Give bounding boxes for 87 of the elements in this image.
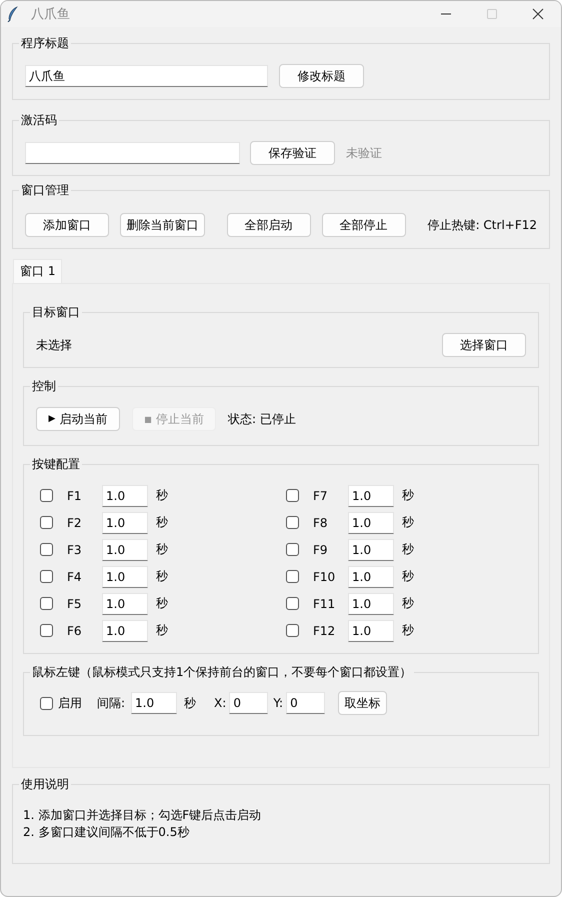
- feather-icon: [7, 6, 19, 22]
- checkbox[interactable]: [286, 570, 299, 583]
- interval-field[interactable]: 1.0: [348, 566, 394, 588]
- section-title: 鼠标左键（鼠标模式只支持1个保持前台的窗口，不要每个窗口都设置）: [31, 664, 413, 681]
- tab[interactable]: 窗口 1: [13, 259, 62, 283]
- interval-field[interactable]: 1.0: [348, 512, 394, 534]
- interval-field[interactable]: 1.0: [102, 566, 148, 588]
- instruction-line: 1. 添加窗口并选择目标；勾选F键后点击启动: [23, 807, 262, 824]
- x-label: X:: [214, 696, 226, 710]
- instruction-line: 2. 多窗口建议间隔不低于0.5秒: [23, 824, 190, 841]
- status-label: 状态: 已停止: [228, 410, 296, 428]
- checkbox[interactable]: [286, 624, 299, 637]
- key-label: F5: [67, 596, 83, 610]
- y-label: Y:: [273, 696, 284, 710]
- select-window-button[interactable]: 选择窗口: [442, 333, 526, 357]
- checkbox[interactable]: [286, 489, 299, 502]
- interval-field[interactable]: 1.0: [102, 484, 148, 506]
- section-title: 程序标题: [20, 35, 70, 52]
- key-label: F10: [313, 570, 336, 584]
- checkbox[interactable]: [40, 696, 53, 710]
- checkbox[interactable]: [40, 489, 53, 502]
- checkbox[interactable]: [286, 516, 299, 529]
- key-label: F4: [67, 570, 83, 584]
- checkbox[interactable]: [40, 570, 53, 583]
- get-coordinates-button[interactable]: 取坐标: [338, 691, 388, 715]
- toolbar-button[interactable]: 删除当前窗口: [120, 213, 205, 237]
- unit-label: 秒: [402, 541, 414, 558]
- unit-label: 秒: [156, 514, 168, 531]
- window-title: 八爪鱼: [31, 6, 71, 23]
- section-title: 控制: [31, 378, 57, 395]
- unit-label: 秒: [156, 595, 168, 612]
- unit-label: 秒: [156, 487, 168, 504]
- interval-field[interactable]: 1.0: [102, 538, 148, 560]
- interval-label: 间隔:: [97, 694, 126, 712]
- close-icon: [532, 8, 544, 20]
- activation-field[interactable]: [25, 142, 240, 164]
- checkbox[interactable]: [40, 516, 53, 529]
- section-title: 按键配置: [31, 456, 81, 473]
- interval-field[interactable]: 1.0: [348, 592, 394, 614]
- unit-label: 秒: [156, 568, 168, 585]
- section-title: 目标窗口: [31, 304, 81, 321]
- checkbox[interactable]: [40, 624, 53, 637]
- key-label: F12: [313, 624, 336, 638]
- section-title: 使用说明: [20, 776, 70, 793]
- key-label: F6: [67, 624, 83, 638]
- unit-label: 秒: [402, 514, 414, 531]
- hotkey-label: 停止热键: Ctrl+F12: [428, 216, 537, 234]
- interval-field[interactable]: 1.0: [131, 692, 178, 714]
- activation-status: 未验证: [346, 144, 382, 162]
- title-field[interactable]: 八爪鱼: [25, 65, 268, 87]
- interval-field[interactable]: 1.0: [102, 512, 148, 534]
- unit-label: 秒: [402, 622, 414, 639]
- checkbox[interactable]: [40, 597, 53, 610]
- section-title: 激活码: [20, 112, 58, 129]
- target-value: 未选择: [36, 336, 73, 354]
- unit-label: 秒: [156, 622, 168, 639]
- interval-field[interactable]: 1.0: [102, 592, 148, 614]
- key-label: F7: [313, 488, 329, 502]
- interval-field[interactable]: 1.0: [348, 484, 394, 506]
- unit-label: 秒: [156, 541, 168, 558]
- unit-label: 秒: [184, 694, 196, 712]
- maximize-icon: [486, 8, 498, 20]
- enable-label: 启用: [58, 694, 82, 712]
- key-label: F2: [67, 516, 83, 530]
- key-label: F3: [67, 542, 83, 556]
- checkbox[interactable]: [286, 597, 299, 610]
- interval-field[interactable]: 1.0: [348, 620, 394, 642]
- unit-label: 秒: [402, 487, 414, 504]
- key-label: F11: [313, 596, 336, 610]
- section-title: 窗口管理: [20, 182, 70, 199]
- toolbar-button[interactable]: 全部启动: [226, 213, 311, 237]
- interval-field[interactable]: 1.0: [348, 538, 394, 560]
- rename-button[interactable]: 修改标题: [279, 64, 364, 88]
- key-label: F8: [313, 516, 329, 530]
- key-label: F9: [313, 542, 329, 556]
- start-button[interactable]: ▶ 启动当前: [36, 407, 120, 431]
- toolbar-button[interactable]: 添加窗口: [25, 213, 109, 237]
- interval-field[interactable]: 1.0: [102, 620, 148, 642]
- save-button[interactable]: 保存验证: [250, 141, 335, 165]
- unit-label: 秒: [402, 568, 414, 585]
- toolbar-button[interactable]: 全部停止: [322, 213, 406, 237]
- x-field[interactable]: 0: [229, 692, 268, 714]
- y-field[interactable]: 0: [286, 692, 326, 714]
- checkbox[interactable]: [286, 543, 299, 556]
- checkbox[interactable]: [40, 543, 53, 556]
- unit-label: 秒: [402, 595, 414, 612]
- key-label: F1: [67, 488, 83, 502]
